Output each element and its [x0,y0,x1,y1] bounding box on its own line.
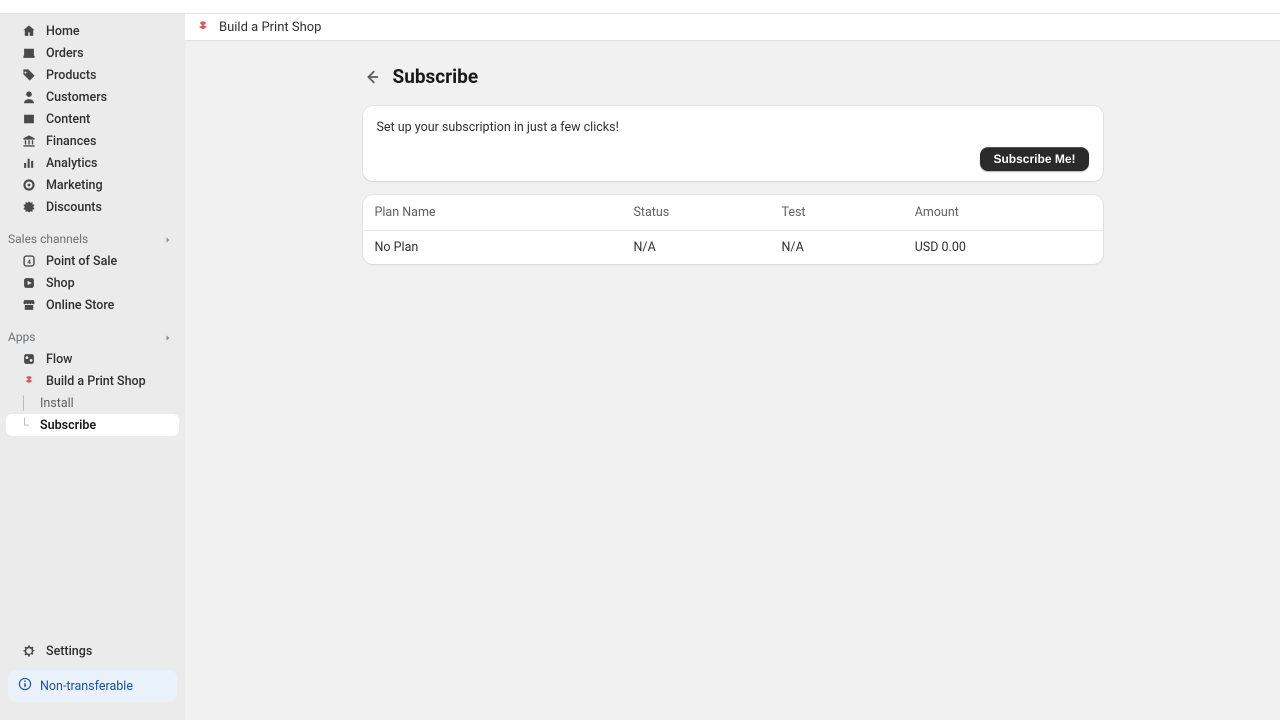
sub-label: Subscribe [34,418,96,433]
gear-icon [22,644,36,658]
pos-icon: 4 [22,254,36,268]
nav-analytics[interactable]: Analytics [6,152,179,174]
app-header-title: Build a Print Shop [219,20,321,35]
branch-icon: │ [20,396,28,411]
content: Subscribe Set up your subscription in ju… [185,41,1280,278]
section-label: Sales channels [8,232,88,246]
nav-shop[interactable]: Shop [6,272,179,294]
nav-label: Orders [46,46,84,61]
cell-amount: USD 0.00 [903,231,1103,265]
nav-label: Point of Sale [46,254,117,269]
nav-pos[interactable]: 4 Point of Sale [6,250,179,272]
tag-icon [22,68,36,82]
plan-table: Plan Name Status Test Amount No Plan N/A… [363,195,1103,264]
col-amount: Amount [903,195,1103,231]
card-actions: Subscribe Me! [377,147,1089,171]
nav-label: Online Store [46,298,114,313]
app-logo-icon [195,19,211,35]
svg-text:4: 4 [27,258,31,266]
chevron-right-icon [163,332,173,342]
plan-table-card: Plan Name Status Test Amount No Plan N/A… [363,195,1103,264]
target-icon [22,178,36,192]
nav-settings[interactable]: Settings [6,640,179,662]
window-topbar [0,0,1280,14]
nav-label: Content [46,112,90,127]
nav-label: Home [46,24,80,39]
nav-app-printshop[interactable]: Build a Print Shop [6,370,179,392]
section-apps[interactable]: Apps [0,324,185,348]
card-text: Set up your subscription in just a few c… [377,120,1089,135]
section-sales-channels[interactable]: Sales channels [0,226,185,250]
branch-icon: └ [20,418,29,433]
col-status: Status [622,195,770,231]
section-label: Apps [8,330,36,344]
app-header: Build a Print Shop [185,14,1280,41]
bar-chart-icon [22,156,36,170]
main: Build a Print Shop Subscribe Set up your… [185,14,1280,720]
nav-label: Customers [46,90,107,105]
cell-status: N/A [622,231,770,265]
sub-label: Install [34,396,74,411]
home-icon [22,24,36,38]
cell-plan-name: No Plan [363,231,622,265]
image-icon [22,112,36,126]
info-pill[interactable]: Non-transferable [8,670,177,702]
col-plan-name: Plan Name [363,195,622,231]
nav-content[interactable]: Content [6,108,179,130]
flow-icon [22,352,36,366]
page: Subscribe Set up your subscription in ju… [363,65,1103,278]
printshop-icon [22,374,36,388]
inbox-icon [22,46,36,60]
nav-home[interactable]: Home [6,20,179,42]
body: Home Orders Products Customers Content F… [0,14,1280,720]
bank-icon [22,134,36,148]
nav-label: Finances [46,134,96,149]
page-title-row: Subscribe [363,65,1103,88]
nav-label: Flow [46,352,72,367]
subscribe-button[interactable]: Subscribe Me! [980,147,1088,171]
nav-customers[interactable]: Customers [6,86,179,108]
nav-sub-subscribe[interactable]: └ Subscribe [6,414,179,436]
page-title: Subscribe [393,65,479,88]
info-icon [18,677,32,695]
nav-sub-install[interactable]: │ Install [6,392,179,414]
nav-label: Products [46,68,96,83]
cell-test: N/A [770,231,903,265]
nav-orders[interactable]: Orders [6,42,179,64]
nav-app-flow[interactable]: Flow [6,348,179,370]
nav-finances[interactable]: Finances [6,130,179,152]
nav-label: Discounts [46,200,102,215]
chevron-right-icon [163,234,173,244]
nav-label: Settings [46,644,92,659]
table-row: No Plan N/A N/A USD 0.00 [363,231,1103,265]
back-button[interactable] [363,68,381,86]
info-label: Non-transferable [40,679,133,694]
nav-online-store[interactable]: Online Store [6,294,179,316]
col-test: Test [770,195,903,231]
nav-label: Marketing [46,178,103,193]
subscribe-card: Set up your subscription in just a few c… [363,106,1103,181]
nav-label: Build a Print Shop [46,374,146,389]
nav-discounts[interactable]: Discounts [6,196,179,218]
sidebar-bottom: Settings Non-transferable [0,640,185,720]
sidebar: Home Orders Products Customers Content F… [0,14,185,720]
nav-label: Analytics [46,156,98,171]
discount-icon [22,200,36,214]
nav-marketing[interactable]: Marketing [6,174,179,196]
person-icon [22,90,36,104]
nav-label: Shop [46,276,75,291]
store-icon [22,298,36,312]
table-header-row: Plan Name Status Test Amount [363,195,1103,231]
nav-products[interactable]: Products [6,64,179,86]
shop-icon [22,276,36,290]
